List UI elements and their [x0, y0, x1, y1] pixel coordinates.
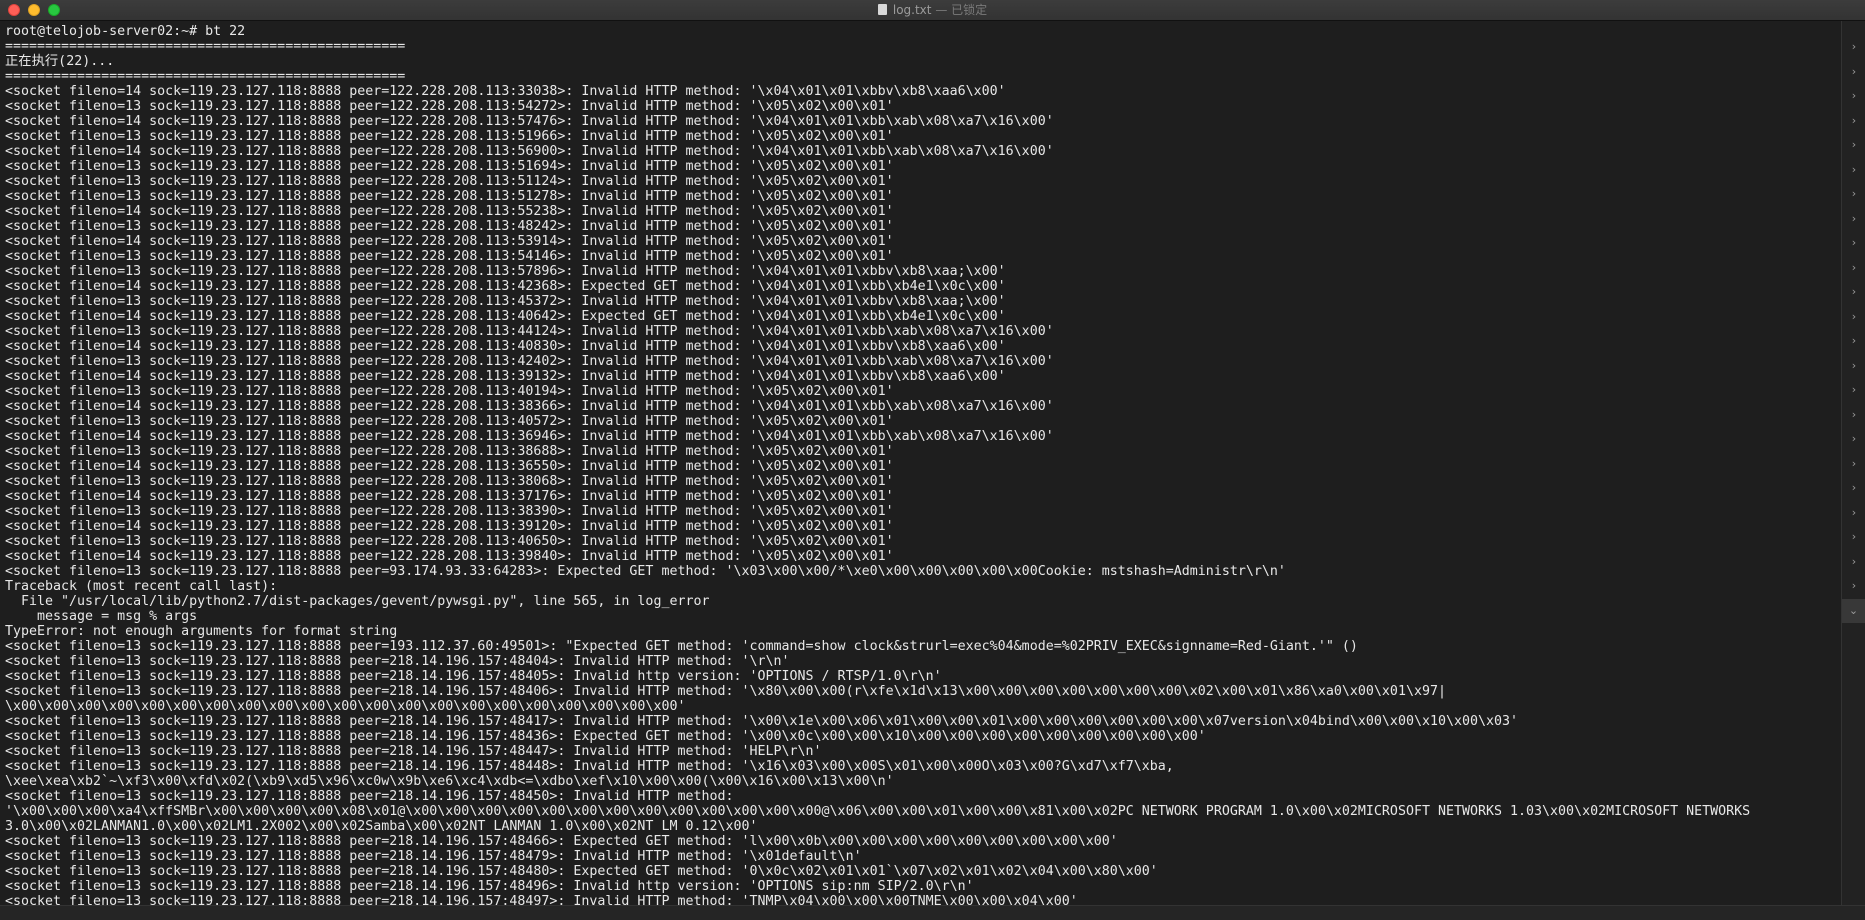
log-line: <socket fileno=13 sock=119.23.127.118:88…: [5, 654, 790, 669]
chevron-down-icon[interactable]: ⌄: [1842, 598, 1865, 623]
document-icon: [877, 4, 887, 15]
log-line: <socket fileno=14 sock=119.23.127.118:88…: [5, 279, 1006, 294]
log-line: File "/usr/local/lib/python2.7/dist-pack…: [5, 594, 710, 609]
log-line: <socket fileno=13 sock=119.23.127.118:88…: [5, 159, 894, 174]
log-line: <socket fileno=13 sock=119.23.127.118:88…: [5, 99, 894, 114]
chevron-right-icon[interactable]: ›: [1848, 580, 1860, 592]
log-line: <socket fileno=13 sock=119.23.127.118:88…: [5, 834, 1118, 849]
log-line: root@telojob-server02:~# bt 22: [5, 24, 246, 39]
chevron-right-icon[interactable]: ›: [1848, 139, 1860, 151]
chevron-right-icon[interactable]: ›: [1848, 384, 1860, 396]
chevron-right-icon[interactable]: ›: [1848, 237, 1860, 249]
chevron-right-icon[interactable]: ›: [1848, 65, 1860, 78]
log-line: <socket fileno=13 sock=119.23.127.118:88…: [5, 384, 894, 399]
horizontal-scrollbar[interactable]: [0, 905, 1865, 920]
chevron-right-icon[interactable]: ›: [1848, 335, 1860, 347]
log-line: '\x00\x00\x00\xa4\xffSMBr\x00\x00\x00\x0…: [5, 804, 1751, 819]
log-line: <socket fileno=13 sock=119.23.127.118:88…: [5, 639, 1358, 654]
log-line: <socket fileno=14 sock=119.23.127.118:88…: [5, 519, 894, 534]
log-line: <socket fileno=14 sock=119.23.127.118:88…: [5, 459, 894, 474]
log-line: <socket fileno=13 sock=119.23.127.118:88…: [5, 474, 894, 489]
right-sidebar: › › › › › › › › › › › › › › › › › › › › › › › ⌄: [1841, 21, 1865, 906]
log-line: TypeError: not enough arguments for form…: [5, 624, 398, 639]
chevron-right-icon[interactable]: ›: [1848, 408, 1860, 421]
log-line: 正在执行(22)...: [5, 54, 115, 69]
log-line: <socket fileno=14 sock=119.23.127.118:88…: [5, 114, 1054, 129]
log-line: <socket fileno=13 sock=119.23.127.118:88…: [5, 729, 1206, 744]
log-line: <socket fileno=13 sock=119.23.127.118:88…: [5, 759, 1174, 774]
log-line: <socket fileno=14 sock=119.23.127.118:88…: [5, 144, 1054, 159]
chevron-right-icon[interactable]: ›: [1848, 261, 1860, 274]
chevron-right-icon[interactable]: ›: [1848, 286, 1860, 298]
log-line: <socket fileno=14 sock=119.23.127.118:88…: [5, 429, 1054, 444]
log-line: <socket fileno=13 sock=119.23.127.118:88…: [5, 189, 894, 204]
log-line: <socket fileno=13 sock=119.23.127.118:88…: [5, 849, 862, 864]
log-line: <socket fileno=13 sock=119.23.127.118:88…: [5, 324, 1054, 339]
log-line: <socket fileno=13 sock=119.23.127.118:88…: [5, 669, 942, 684]
log-line: <socket fileno=13 sock=119.23.127.118:88…: [5, 414, 894, 429]
log-line: <socket fileno=14 sock=119.23.127.118:88…: [5, 309, 1006, 324]
log-line: \xee\xea\xb2`~\xf3\x00\xfd\x02(\xb9\xd5\…: [5, 774, 894, 789]
chevron-right-icon[interactable]: ›: [1848, 163, 1860, 176]
log-line: <socket fileno=13 sock=119.23.127.118:88…: [5, 564, 1286, 579]
log-line: <socket fileno=13 sock=119.23.127.118:88…: [5, 684, 1446, 699]
window-title: log.txt — 已锁定: [0, 0, 1865, 21]
chevron-right-icon[interactable]: ›: [1848, 482, 1860, 494]
log-line: <socket fileno=13 sock=119.23.127.118:88…: [5, 879, 974, 894]
log-line: <socket fileno=13 sock=119.23.127.118:88…: [5, 129, 894, 144]
chevron-right-icon[interactable]: ›: [1848, 531, 1860, 543]
log-text-area[interactable]: root@telojob-server02:~# bt 22 ==========…: [0, 21, 1840, 906]
log-line: <socket fileno=14 sock=119.23.127.118:88…: [5, 549, 894, 564]
log-line: <socket fileno=13 sock=119.23.127.118:88…: [5, 864, 1158, 879]
window-title-text: log.txt: [892, 3, 932, 17]
chevron-right-icon[interactable]: ›: [1848, 41, 1860, 53]
log-line: <socket fileno=13 sock=119.23.127.118:88…: [5, 294, 1006, 309]
log-line: <socket fileno=14 sock=119.23.127.118:88…: [5, 234, 894, 249]
chevron-right-icon[interactable]: ›: [1848, 90, 1860, 102]
log-line: ========================================…: [5, 69, 406, 84]
log-line: <socket fileno=13 sock=119.23.127.118:88…: [5, 249, 894, 264]
log-line: <socket fileno=13 sock=119.23.127.118:88…: [5, 444, 894, 459]
log-line: <socket fileno=13 sock=119.23.127.118:88…: [5, 219, 894, 234]
window-title-status: — 已锁定: [935, 3, 988, 17]
log-line: \x00\x00\x00\x00\x00\x00\x00\x00\x00\x00…: [5, 699, 686, 714]
log-line: <socket fileno=13 sock=119.23.127.118:88…: [5, 744, 822, 759]
log-line: <socket fileno=13 sock=119.23.127.118:88…: [5, 174, 894, 189]
chevron-right-icon[interactable]: ›: [1848, 188, 1860, 200]
window-titlebar: log.txt — 已锁定: [0, 0, 1865, 21]
chevron-right-icon[interactable]: ›: [1848, 433, 1860, 445]
log-line: <socket fileno=14 sock=119.23.127.118:88…: [5, 369, 1006, 384]
chevron-right-icon[interactable]: ›: [1848, 212, 1860, 225]
log-line: <socket fileno=13 sock=119.23.127.118:88…: [5, 264, 1006, 279]
chevron-right-icon[interactable]: ›: [1848, 555, 1860, 568]
chevron-right-icon[interactable]: ›: [1848, 457, 1860, 470]
log-line: <socket fileno=13 sock=119.23.127.118:88…: [5, 504, 894, 519]
log-line: <socket fileno=14 sock=119.23.127.118:88…: [5, 339, 1006, 354]
log-line: ========================================…: [5, 39, 406, 54]
chevron-right-icon[interactable]: ›: [1848, 359, 1860, 372]
log-line: 3.0\x00\x02LANMAN1.0\x00\x02LM1.2X002\x0…: [5, 819, 758, 834]
log-line: <socket fileno=14 sock=119.23.127.118:88…: [5, 84, 1006, 99]
chevron-right-icon[interactable]: ›: [1848, 310, 1860, 323]
log-line: <socket fileno=14 sock=119.23.127.118:88…: [5, 399, 1054, 414]
log-line: <socket fileno=13 sock=119.23.127.118:88…: [5, 789, 734, 804]
log-line: <socket fileno=13 sock=119.23.127.118:88…: [5, 354, 1054, 369]
log-line: <socket fileno=14 sock=119.23.127.118:88…: [5, 204, 894, 219]
log-line: message = msg % args: [5, 609, 198, 624]
log-line: <socket fileno=14 sock=119.23.127.118:88…: [5, 489, 894, 504]
chevron-right-icon[interactable]: ›: [1848, 506, 1860, 519]
log-line: Traceback (most recent call last):: [5, 579, 278, 594]
log-line: <socket fileno=13 sock=119.23.127.118:88…: [5, 534, 894, 549]
log-line: <socket fileno=13 sock=119.23.127.118:88…: [5, 714, 1519, 729]
chevron-right-icon[interactable]: ›: [1848, 114, 1860, 127]
